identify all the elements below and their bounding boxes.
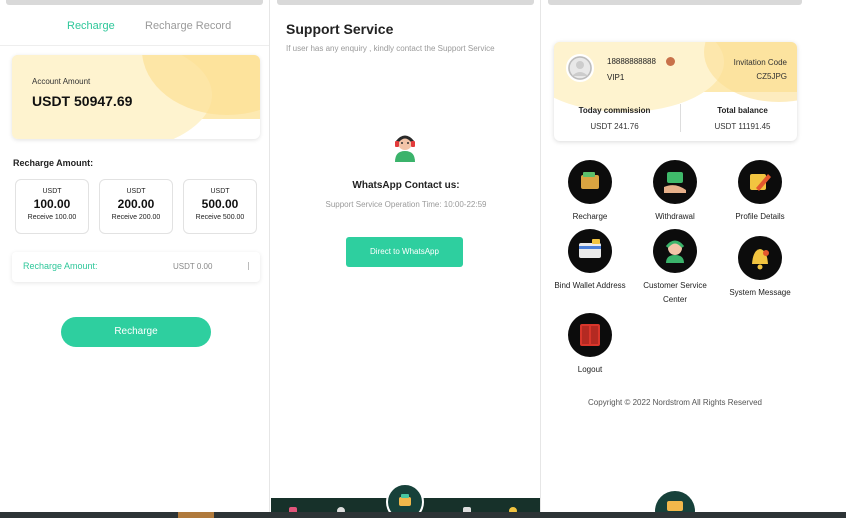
amount-receive: Receive 100.00 bbox=[27, 214, 77, 221]
bottom-taskbar bbox=[0, 512, 846, 518]
money-hand-icon bbox=[653, 160, 697, 204]
operation-time: Support Service Operation Time: 10:00-22… bbox=[325, 200, 487, 209]
menu-customer-service-center[interactable]: Customer Service Center bbox=[635, 229, 715, 307]
menu-recharge[interactable]: Recharge bbox=[550, 160, 630, 224]
profile-panel: 18888888888 VIP1 Invitation Code CZ5JPG … bbox=[542, 0, 808, 518]
page-subtitle: If user has any enquiry , kindly contact… bbox=[286, 44, 495, 53]
menu-label: Bind Wallet Address bbox=[554, 281, 626, 290]
amount-option-100[interactable]: USDT 100.00 Receive 100.00 bbox=[15, 179, 89, 234]
taskbar-highlight bbox=[178, 512, 214, 518]
profile-card: 18888888888 VIP1 Invitation Code CZ5JPG … bbox=[554, 42, 797, 141]
recharge-tabs: Recharge Recharge Record bbox=[0, 14, 269, 46]
menu-label: System Message bbox=[729, 288, 791, 297]
stat-value: USDT 11191.45 bbox=[714, 122, 771, 131]
amount-value: 100.00 bbox=[33, 197, 71, 211]
amount-receive: Receive 200.00 bbox=[111, 214, 161, 221]
recharge-amount-input-value: USDT 0.00 bbox=[173, 262, 213, 271]
top-divider bbox=[277, 0, 534, 5]
avatar[interactable] bbox=[566, 54, 594, 82]
amount-value: 200.00 bbox=[117, 197, 155, 211]
page-edge bbox=[808, 0, 846, 518]
text-caret bbox=[248, 262, 249, 270]
amount-unit: USDT bbox=[42, 188, 62, 195]
bell-icon bbox=[738, 236, 782, 280]
top-divider bbox=[6, 0, 263, 5]
edit-pencil-icon bbox=[738, 160, 782, 204]
page-title: Support Service bbox=[286, 21, 394, 37]
menu-profile-details[interactable]: Profile Details bbox=[720, 160, 800, 224]
amount-unit: USDT bbox=[210, 188, 230, 195]
recharge-amount-title: Recharge Amount: bbox=[13, 158, 94, 168]
amount-receive: Receive 500.00 bbox=[195, 214, 245, 221]
recharge-panel: Recharge Recharge Record Account Amount … bbox=[0, 0, 270, 518]
copyright-text: Copyright © 2022 Nordstrom All Rights Re… bbox=[588, 398, 762, 407]
user-phone: 18888888888 bbox=[607, 57, 656, 66]
account-card: Account Amount USDT 50947.69 bbox=[12, 55, 260, 139]
vip-level: VIP1 bbox=[607, 73, 625, 82]
stat-label: Today commission bbox=[578, 106, 651, 115]
tab-recharge-record[interactable]: Recharge Record bbox=[145, 20, 231, 32]
menu-label: Logout bbox=[577, 365, 603, 374]
card-icon bbox=[568, 229, 612, 273]
amount-unit: USDT bbox=[126, 188, 146, 195]
direct-to-whatsapp-button[interactable]: Direct to WhatsApp bbox=[346, 237, 463, 267]
menu-label: Withdrawal bbox=[655, 212, 695, 221]
today-commission-stat: Today commission USDT 241.76 bbox=[554, 106, 675, 131]
agent-icon bbox=[653, 229, 697, 273]
stat-value: USDT 241.76 bbox=[590, 122, 639, 131]
logout-door-icon bbox=[568, 313, 612, 357]
menu-withdrawal[interactable]: Withdrawal bbox=[635, 160, 715, 224]
account-amount-label: Account Amount bbox=[32, 77, 91, 86]
recharge-amount-input-label: Recharge Amount: bbox=[23, 261, 98, 271]
menu-label: Customer Service Center bbox=[643, 281, 707, 304]
stat-label: Total balance bbox=[717, 106, 768, 115]
recharge-amount-input[interactable]: Recharge Amount: USDT 0.00 bbox=[12, 252, 260, 282]
support-panel: Support Service If user has any enquiry … bbox=[271, 0, 541, 518]
stat-divider bbox=[680, 104, 681, 132]
account-amount-value: USDT 50947.69 bbox=[32, 93, 133, 109]
menu-logout[interactable]: Logout bbox=[550, 313, 630, 377]
wallet-icon bbox=[568, 160, 612, 204]
amount-option-200[interactable]: USDT 200.00 Receive 200.00 bbox=[99, 179, 173, 234]
top-divider bbox=[548, 0, 802, 5]
invitation-code-value: CZ5JPG bbox=[756, 72, 787, 81]
menu-label: Profile Details bbox=[735, 212, 785, 221]
menu-system-message[interactable]: System Message bbox=[720, 236, 800, 300]
whatsapp-contact-title: WhatsApp Contact us: bbox=[352, 180, 460, 191]
coin-icon bbox=[666, 57, 675, 66]
menu-label: Recharge bbox=[572, 212, 608, 221]
user-avatar-icon bbox=[568, 56, 592, 80]
tab-recharge[interactable]: Recharge bbox=[67, 20, 115, 32]
total-balance-stat: Total balance USDT 11191.45 bbox=[682, 106, 797, 131]
amount-value: 500.00 bbox=[201, 197, 239, 211]
cart-icon bbox=[399, 494, 411, 506]
amount-option-500[interactable]: USDT 500.00 Receive 500.00 bbox=[183, 179, 257, 234]
recharge-button[interactable]: Recharge bbox=[61, 317, 211, 347]
support-agent-icon bbox=[395, 135, 415, 162]
menu-bind-wallet-address[interactable]: Bind Wallet Address bbox=[550, 229, 630, 293]
invitation-code-label: Invitation Code bbox=[733, 58, 787, 67]
